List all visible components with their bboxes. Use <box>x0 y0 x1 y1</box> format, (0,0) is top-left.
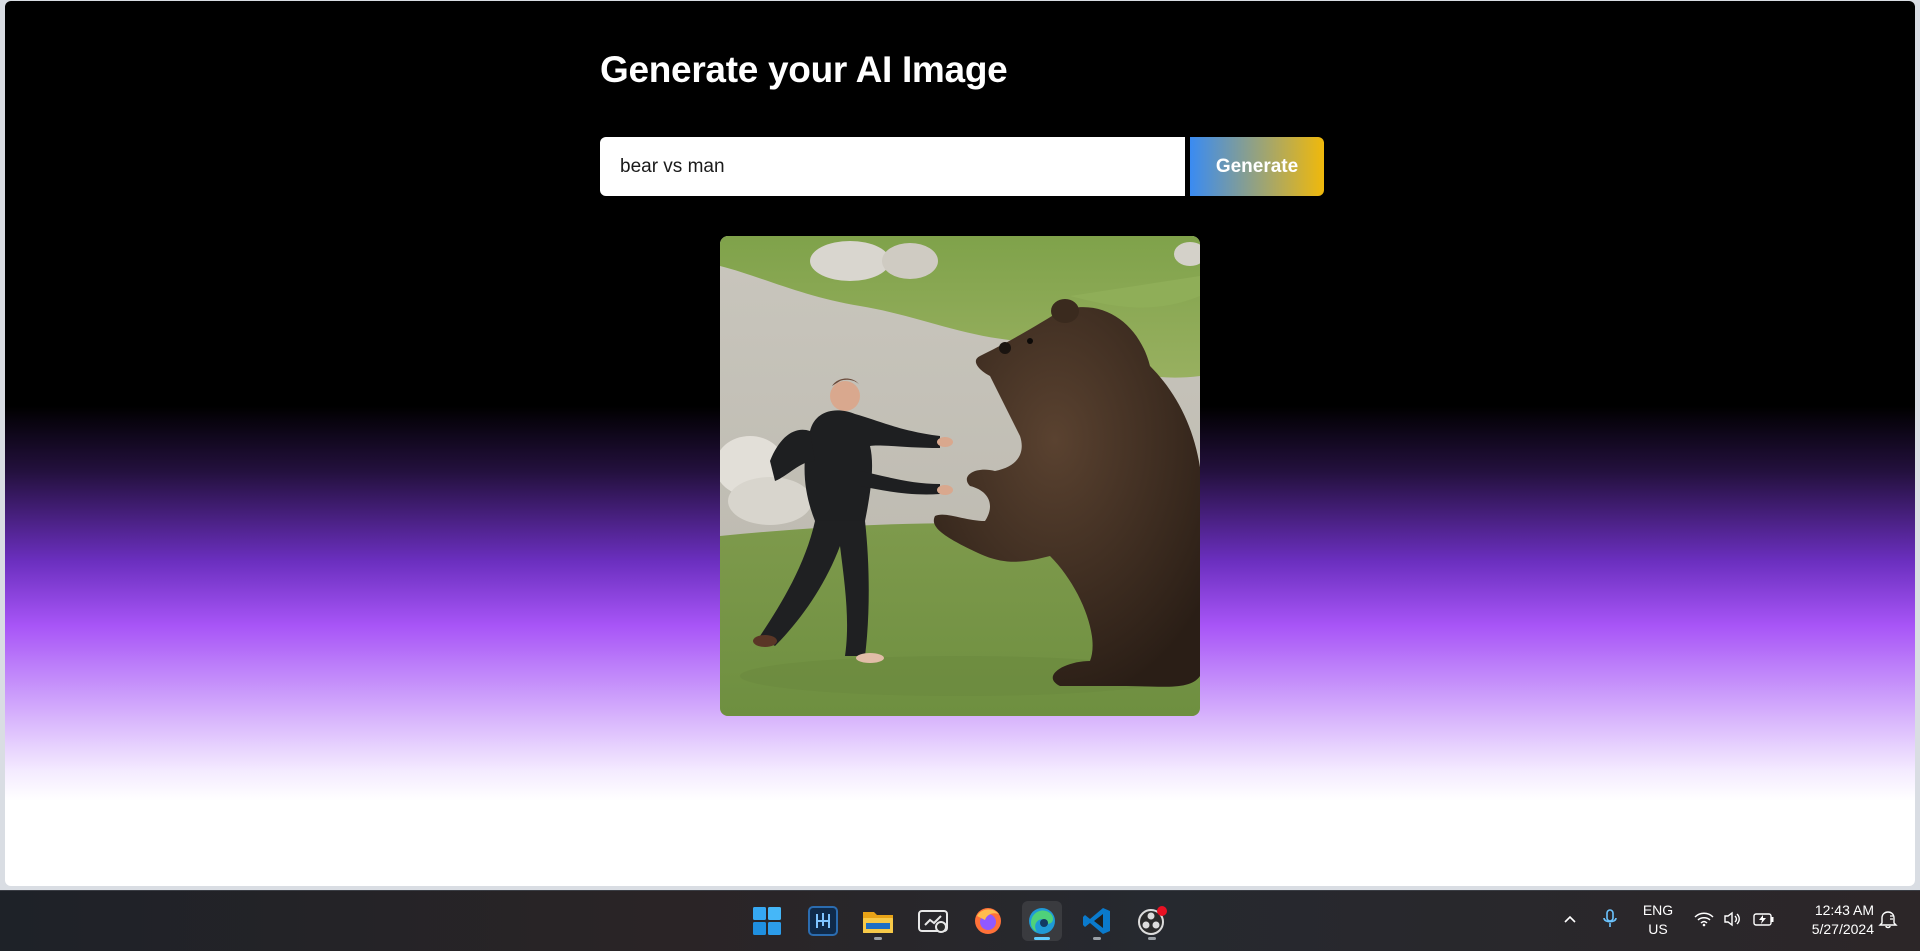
generate-button[interactable]: Generate <box>1190 137 1324 196</box>
edge-icon[interactable] <box>1022 901 1062 941</box>
wifi-icon[interactable] <box>1694 911 1714 930</box>
notification-bell-icon[interactable] <box>1878 909 1898 932</box>
clock[interactable]: 12:43 AM 5/27/2024 <box>1790 901 1874 939</box>
taskbar: ENG US 12:43 AM 5/27/2024 <box>0 890 1920 951</box>
browser-viewport: Generate your AI Image Generate <box>5 1 1915 886</box>
page-title: Generate your AI Image <box>600 49 1008 90</box>
generated-image <box>720 236 1200 716</box>
start-icon[interactable] <box>747 901 787 941</box>
language-code: ENG <box>1642 902 1674 918</box>
bear-vs-man-illustration <box>720 236 1200 716</box>
region-code: US <box>1648 921 1668 937</box>
obs-icon[interactable] <box>1132 901 1172 941</box>
app-icon[interactable] <box>803 901 843 941</box>
vscode-icon[interactable] <box>1077 901 1117 941</box>
battery-charging-icon[interactable] <box>1753 911 1775 930</box>
prompt-input[interactable] <box>600 137 1185 196</box>
clock-time: 12:43 AM <box>1814 902 1874 918</box>
chevron-up-icon[interactable] <box>1562 911 1578 930</box>
clock-date: 5/27/2024 <box>1811 921 1874 937</box>
dev-home-icon[interactable] <box>913 901 953 941</box>
volume-icon[interactable] <box>1724 911 1742 930</box>
microphone-icon[interactable] <box>1602 909 1618 932</box>
firefox-icon[interactable] <box>968 901 1008 941</box>
language-indicator[interactable]: ENG US <box>1640 901 1676 939</box>
file-explorer-icon[interactable] <box>858 901 898 941</box>
